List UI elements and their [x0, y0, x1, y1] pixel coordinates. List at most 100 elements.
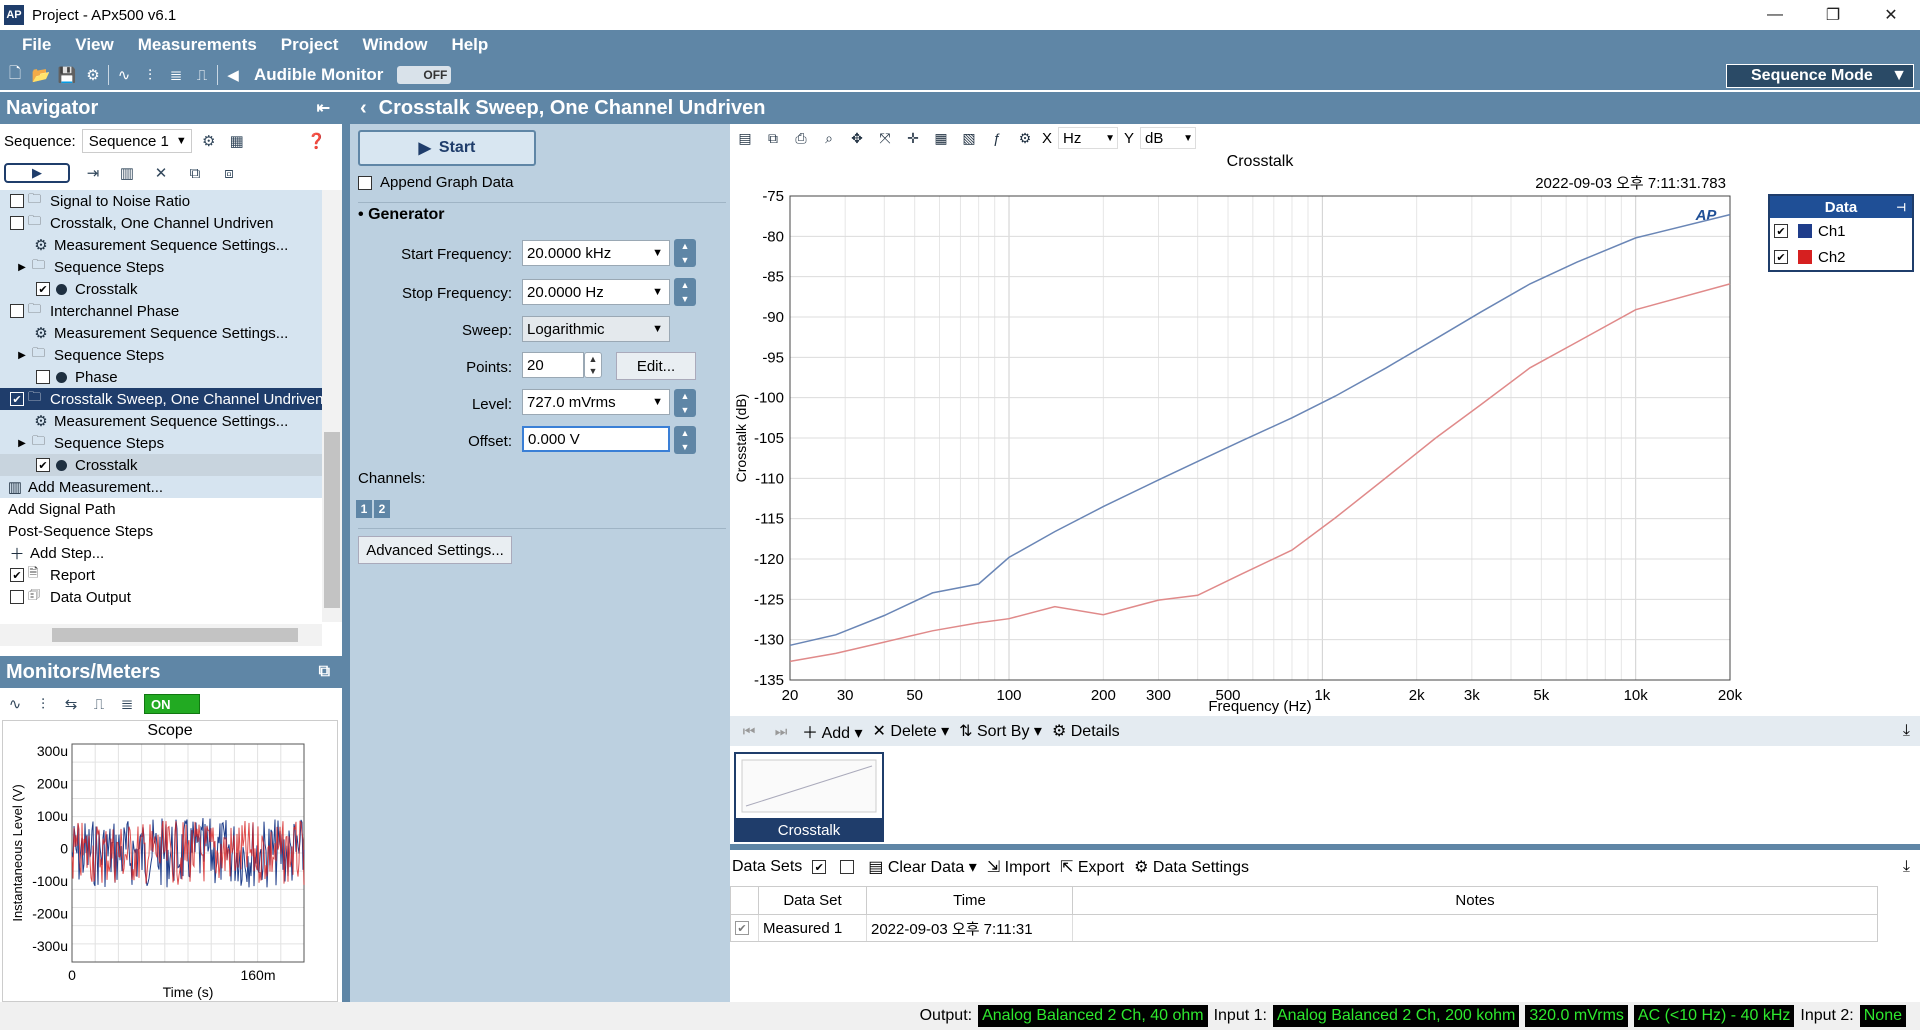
restore-button[interactable]: ❐	[1804, 0, 1862, 30]
panel-divider[interactable]	[342, 92, 350, 1002]
append-checkbox[interactable]	[358, 175, 372, 190]
tree-item[interactable]: ⚙ Measurement Sequence Settings...	[0, 322, 322, 344]
checkbox[interactable]	[10, 590, 24, 604]
add-result-button[interactable]: ＋ Add ▾	[802, 719, 863, 743]
copy-icon[interactable]: ⧉	[184, 162, 206, 184]
menu-file[interactable]: File	[10, 35, 63, 55]
export-button[interactable]: ⇱ Export	[1060, 857, 1124, 877]
step-icon[interactable]: ⇥	[82, 162, 104, 184]
series-line-ch2[interactable]	[789, 283, 1731, 663]
chart-icon[interactable]: ▥	[116, 162, 138, 184]
autoscale-icon[interactable]: ⤧	[874, 127, 896, 149]
checkbox[interactable]: ✔	[10, 392, 24, 406]
input1-status[interactable]: Analog Balanced 2 Ch, 200 kohm	[1272, 1005, 1520, 1027]
speaker-icon[interactable]: ◀	[222, 64, 244, 86]
sequence-mode-dropdown[interactable]: Sequence Mode ▼	[1726, 64, 1914, 88]
tree-item[interactable]: ⚙ Measurement Sequence Settings...	[0, 234, 322, 256]
points-stepper[interactable]: ▲ ▼	[584, 352, 602, 378]
print-icon[interactable]: ⎙	[790, 127, 812, 149]
tree-item[interactable]: Post-Sequence Steps	[0, 520, 322, 542]
tree-item[interactable]: 🗀 Interchannel Phase	[0, 300, 322, 322]
navigator-hscroll-thumb[interactable]	[52, 628, 298, 642]
settings-gear-icon[interactable]: ⚙	[82, 64, 104, 86]
stop-frequency-input[interactable]: 20.0000 Hz ▼	[522, 279, 670, 305]
delete-result-button[interactable]: ✕ Delete ▾	[873, 721, 950, 741]
copy-graph-icon[interactable]: ⧉	[762, 127, 784, 149]
checkbox[interactable]: ✔	[36, 282, 50, 296]
tree-item[interactable]: 🗀 Crosstalk, One Channel Undriven	[0, 212, 322, 234]
table-header[interactable]: Time	[867, 887, 1073, 915]
legend-item-ch1[interactable]: ✔ Ch1	[1770, 218, 1912, 244]
cursor-icon[interactable]: ✛	[902, 127, 924, 149]
series-line-ch1[interactable]	[789, 213, 1731, 647]
checkbox[interactable]	[36, 370, 50, 384]
checkbox[interactable]: ✔	[10, 568, 24, 582]
generator-section[interactable]: • Generator	[358, 206, 445, 224]
tree-item[interactable]: ▶ 🗀 Sequence Steps	[0, 344, 322, 366]
list-icon[interactable]: ≣	[165, 64, 187, 86]
popout-icon[interactable]: ⧉	[319, 663, 330, 681]
legend-item-ch2[interactable]: ✔ Ch2	[1770, 244, 1912, 270]
pin-icon[interactable]: ⊣	[1896, 201, 1906, 214]
run-sequence-button[interactable]: ▶	[4, 163, 70, 183]
table-header[interactable]: Data Set	[759, 887, 867, 915]
tree-item[interactable]: ✔ Crosstalk	[0, 278, 322, 300]
table-cell[interactable]: Measured 1	[759, 915, 867, 941]
x-unit-select[interactable]: Hz ▼	[1058, 127, 1119, 149]
tree-item[interactable]: Add Signal Path	[0, 498, 322, 520]
tree-item[interactable]: Phase	[0, 366, 322, 388]
waveform-icon[interactable]: ∿	[113, 64, 135, 86]
help-icon[interactable]: ❓	[306, 130, 328, 152]
monitor-on-toggle[interactable]: ON	[144, 694, 200, 714]
y-unit-select[interactable]: dB ▼	[1140, 127, 1197, 149]
import-button[interactable]: ⇲ Import	[987, 857, 1050, 877]
close-button[interactable]: ✕	[1862, 0, 1920, 30]
level-stepper[interactable]: ▲ ▼	[674, 389, 696, 417]
menu-measurements[interactable]: Measurements	[126, 35, 269, 55]
start-button[interactable]: ▶ Start	[358, 130, 536, 166]
spectrum-icon[interactable]: ⫶	[139, 64, 161, 86]
checkbox[interactable]: ✔	[1774, 224, 1788, 238]
data-settings-button[interactable]: ⚙ Data Settings	[1134, 857, 1249, 877]
select-none-checkbox[interactable]	[840, 860, 855, 874]
zoom-icon[interactable]: ⌕	[818, 127, 840, 149]
graph-type-icon[interactable]: ▧	[958, 127, 980, 149]
level-input[interactable]: 727.0 mVrms ▼	[522, 389, 670, 415]
download-icon[interactable]: ⤓	[1903, 858, 1910, 876]
minimize-button[interactable]: —	[1746, 0, 1804, 30]
input2-status[interactable]: None	[1859, 1005, 1906, 1027]
offset-input[interactable]: 0.000 V	[522, 426, 670, 452]
append-graph-option[interactable]: Append Graph Data	[358, 174, 513, 191]
tree-item[interactable]: ＋ Add Step...	[0, 542, 322, 564]
expand-icon[interactable]: ▶	[16, 438, 28, 449]
sequence-settings-icon[interactable]: ⚙	[198, 130, 220, 152]
tree-item[interactable]: ▶ 🗀 Sequence Steps	[0, 256, 322, 278]
function-icon[interactable]: ƒ	[986, 127, 1008, 149]
collapse-panel-icon[interactable]: ⇤	[317, 98, 330, 118]
tree-item[interactable]: ▶ 🗀 Sequence Steps	[0, 432, 322, 454]
save-icon[interactable]: 💾	[56, 64, 78, 86]
sweep-select[interactable]: Logarithmic ▼	[522, 316, 670, 342]
tree-item-selected[interactable]: ✔ 🗀 Crosstalk Sweep, One Channel Undriven	[0, 388, 322, 410]
tree-item[interactable]: ✔ Crosstalk	[0, 454, 322, 476]
new-project-icon[interactable]: 🗋	[4, 64, 26, 86]
first-icon[interactable]: ⏮	[738, 720, 760, 742]
advanced-settings-button[interactable]: Advanced Settings...	[358, 536, 512, 564]
back-chevron-icon[interactable]: ‹	[360, 97, 367, 120]
checkbox[interactable]	[10, 216, 24, 230]
sequence-properties-icon[interactable]: ▦	[226, 130, 248, 152]
delete-icon[interactable]: ✕	[150, 162, 172, 184]
pan-icon[interactable]: ✥	[846, 127, 868, 149]
menu-view[interactable]: View	[63, 35, 125, 55]
output-status[interactable]: Analog Balanced 2 Ch, 40 ohm	[978, 1005, 1208, 1027]
menu-help[interactable]: Help	[439, 35, 500, 55]
checkbox[interactable]	[10, 304, 24, 318]
menu-window[interactable]: Window	[350, 35, 439, 55]
checkbox[interactable]: ✔	[735, 921, 749, 935]
pulse-icon[interactable]: ⎍	[88, 693, 110, 715]
tree-item[interactable]: 🗊 Data Output	[0, 586, 322, 608]
pane-splitter[interactable]	[730, 844, 1920, 850]
channel-1-toggle[interactable]: 1	[356, 500, 372, 518]
audible-monitor-toggle[interactable]: OFF	[397, 66, 452, 84]
edit-points-button[interactable]: Edit...	[616, 352, 696, 380]
